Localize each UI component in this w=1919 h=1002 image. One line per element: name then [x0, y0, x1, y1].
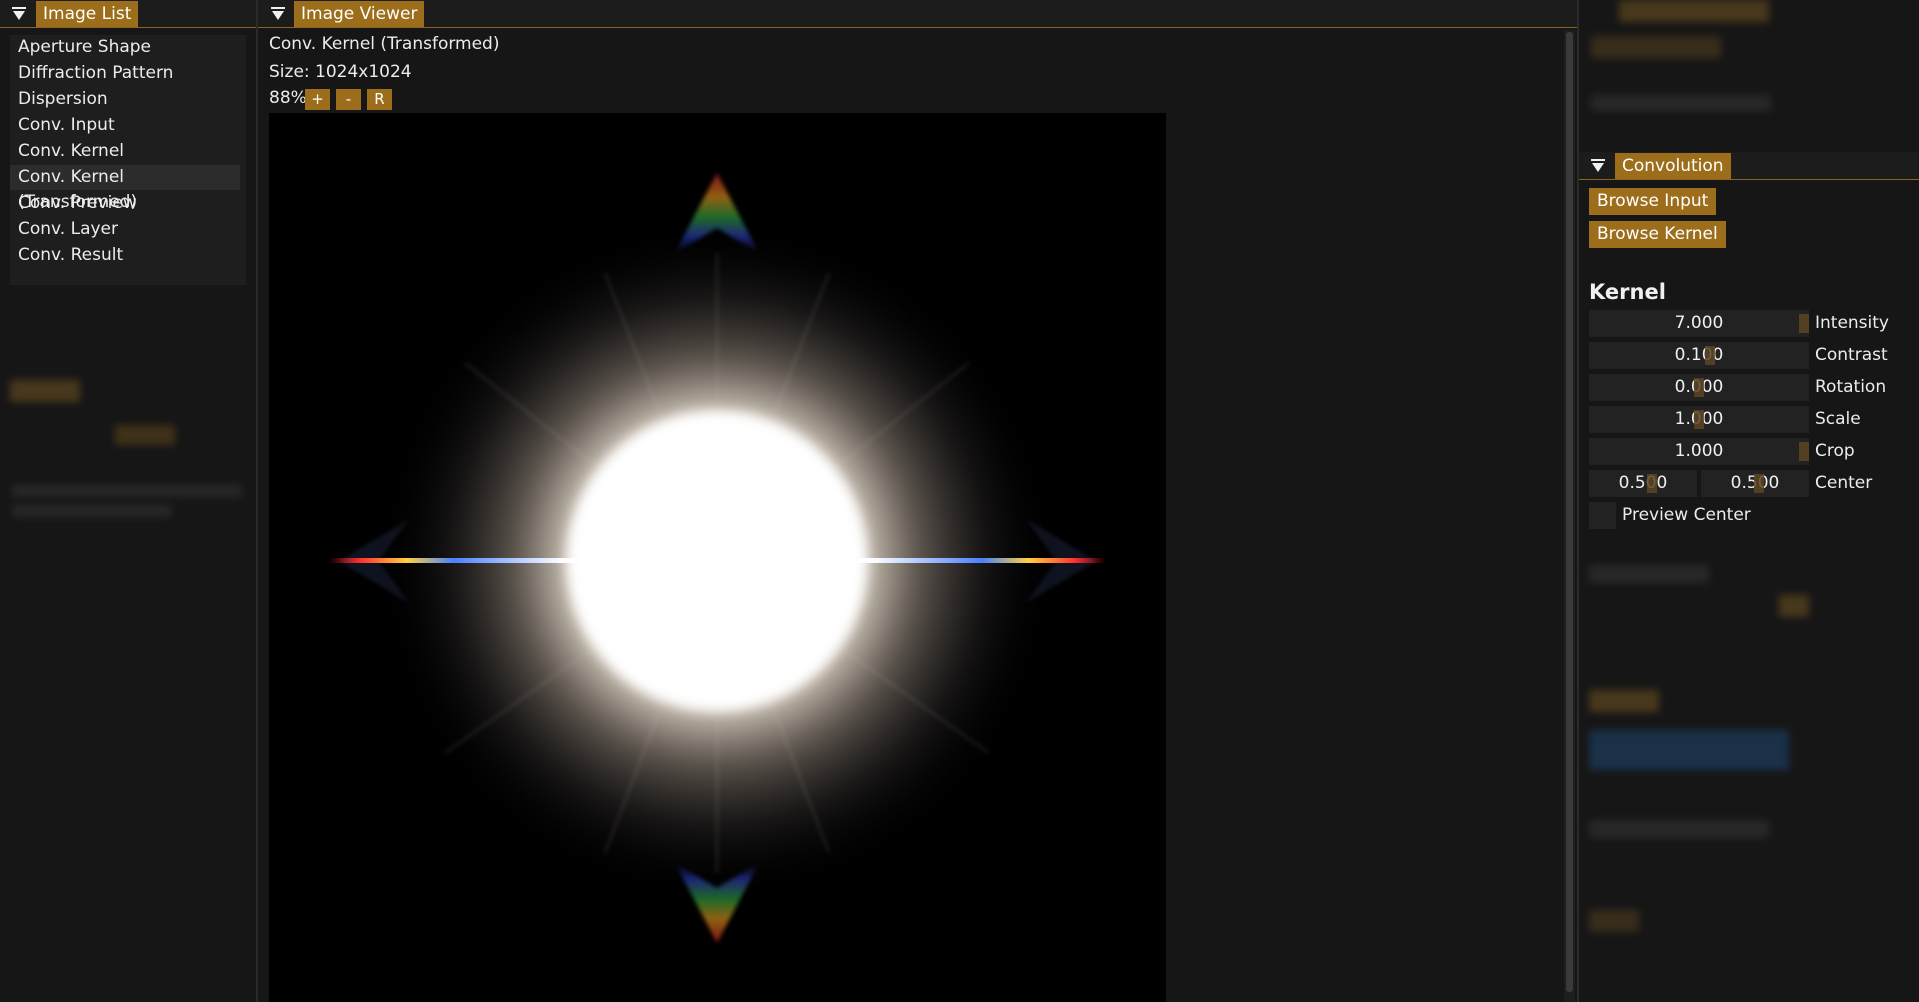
- collapse-triangle-icon[interactable]: [12, 7, 26, 21]
- kernel-section-title: Kernel: [1589, 280, 1666, 304]
- kernel-contrast-grab[interactable]: [1705, 346, 1715, 365]
- collapse-triangle-icon[interactable]: [1591, 159, 1605, 173]
- image-list-panel: Image List Aperture Shape Diffraction Pat…: [0, 0, 257, 1002]
- zoom-out-button[interactable]: -: [336, 89, 361, 110]
- kernel-contrast-field[interactable]: 0.100: [1589, 342, 1809, 369]
- viewer-scrollbar-thumb[interactable]: [1566, 32, 1573, 992]
- blurred-ghost: [1591, 36, 1721, 58]
- viewer-scrollbar[interactable]: [1564, 30, 1575, 1002]
- collapse-triangle-icon[interactable]: [271, 7, 285, 21]
- blurred-ghost: [1779, 595, 1809, 617]
- blurred-ghost: [1589, 690, 1659, 712]
- kernel-crop-grab[interactable]: [1799, 442, 1809, 461]
- center-y-grab[interactable]: [1754, 474, 1764, 493]
- kernel-crop-field[interactable]: 1.000: [1589, 438, 1809, 465]
- image-list-item[interactable]: Conv. Kernel (Transformed): [10, 165, 240, 212]
- image-list-item[interactable]: Conv. Kernel: [10, 139, 240, 164]
- image-list-item[interactable]: Conv. Input: [10, 113, 240, 138]
- image-list-item[interactable]: Conv. Result: [10, 243, 240, 268]
- preview-center-label: Preview Center: [1622, 505, 1751, 525]
- image-list: Aperture Shape Diffraction Pattern Dispers…: [10, 35, 246, 285]
- kernel-crop-label: Crop: [1815, 441, 1855, 461]
- convolution-header: Convolution: [1579, 152, 1919, 180]
- preview-center-checkbox[interactable]: [1589, 502, 1616, 529]
- reset-zoom-button[interactable]: R: [367, 89, 392, 110]
- image-viewer-header: Image Viewer: [258, 0, 1577, 28]
- center-x-grab[interactable]: [1647, 474, 1657, 493]
- image-list-tab[interactable]: Image List: [36, 1, 139, 27]
- blurred-ghost: [10, 380, 80, 402]
- convolution-tab[interactable]: Convolution: [1615, 153, 1731, 179]
- kernel-scale-grab[interactable]: [1694, 410, 1704, 429]
- image-list-item[interactable]: Dispersion: [10, 87, 240, 112]
- blurred-ghost: [1589, 910, 1639, 932]
- kernel-image: [269, 113, 1166, 1002]
- zoom-level: 88%: [269, 88, 307, 108]
- kernel-intensity-field[interactable]: 7.000: [1589, 310, 1809, 337]
- kernel-intensity-grab[interactable]: [1799, 314, 1809, 333]
- image-name: Conv. Kernel (Transformed): [269, 34, 500, 54]
- blurred-ghost: [115, 425, 175, 445]
- image-viewer-tab[interactable]: Image Viewer: [294, 1, 425, 27]
- kernel-rotation-grab[interactable]: [1694, 378, 1704, 397]
- blurred-ghost: [1619, 0, 1769, 22]
- browse-input-button[interactable]: Browse Input: [1589, 188, 1717, 215]
- blurred-ghost: [1589, 565, 1709, 583]
- convolution-panel: Convolution Browse Input Browse Kernel K…: [1579, 0, 1919, 1002]
- image-list-header: Image List: [0, 0, 257, 28]
- center-x-field[interactable]: 0.500: [1589, 470, 1697, 497]
- browse-kernel-button[interactable]: Browse Kernel: [1589, 221, 1726, 248]
- blurred-ghost: [12, 485, 242, 497]
- image-size: Size: 1024x1024: [269, 62, 412, 82]
- image-list-item[interactable]: Diffraction Pattern: [10, 61, 240, 86]
- image-viewer-panel: Image Viewer Conv. Kernel (Transformed) …: [258, 0, 1577, 1002]
- kernel-contrast-label: Contrast: [1815, 345, 1888, 365]
- zoom-in-button[interactable]: +: [305, 89, 330, 110]
- image-list-item[interactable]: Conv. Preview: [10, 191, 240, 216]
- blurred-ghost: [1589, 730, 1789, 770]
- kernel-scale-label: Scale: [1815, 409, 1861, 429]
- image-canvas[interactable]: [269, 113, 1166, 1002]
- blurred-ghost: [12, 505, 172, 517]
- kernel-intensity-label: Intensity: [1815, 313, 1889, 333]
- blurred-ghost: [1591, 95, 1771, 111]
- center-label: Center: [1815, 473, 1873, 493]
- image-list-item[interactable]: Conv. Layer: [10, 217, 240, 242]
- kernel-rotation-label: Rotation: [1815, 377, 1887, 397]
- image-list-item[interactable]: Aperture Shape: [10, 35, 240, 60]
- blurred-ghost: [1589, 820, 1769, 838]
